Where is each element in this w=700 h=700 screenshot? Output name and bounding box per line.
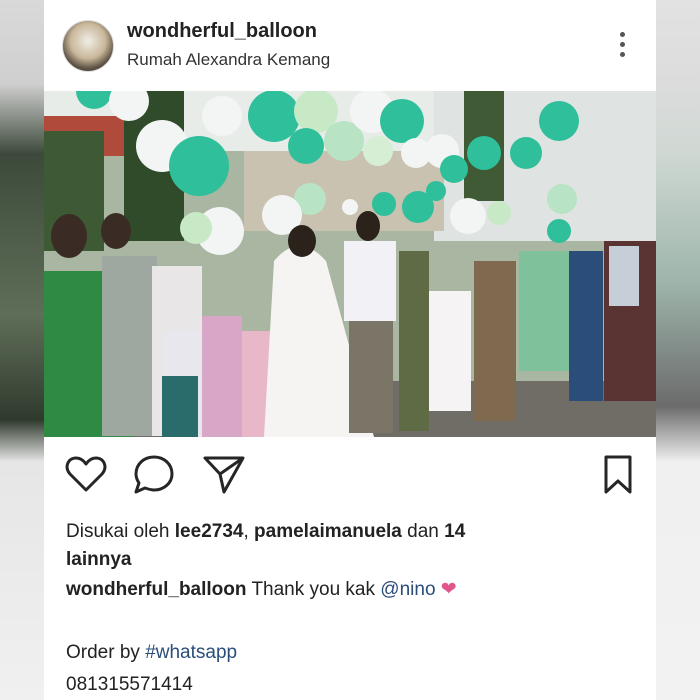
likes-summary[interactable]: Disukai oleh lee2734, pamelaimanuela dan… [66,518,626,574]
heart-emoji-icon: ❤ [440,579,457,600]
caption-text: Thank you kak [251,579,376,600]
comment-icon[interactable] [132,452,176,496]
post-header: wondherful_balloon Rumah Alexandra Keman… [44,0,656,90]
heart-icon[interactable] [64,452,108,496]
likes-count[interactable]: 14 [444,521,465,542]
order-phone: 081315571414 [66,674,193,695]
post-actions [44,452,656,500]
post-username[interactable]: wondherful_balloon [127,20,317,43]
post-caption: wondherful_balloon Thank you kak @nino ❤ [66,578,646,601]
caption-mention[interactable]: @nino [380,579,435,600]
likes-suffix[interactable]: lainnya [66,549,131,570]
likes-prefix: Disukai oleh [66,521,170,542]
likes-conjunction: dan [407,521,439,542]
avatar[interactable] [62,20,114,72]
more-vertical-icon[interactable] [620,32,628,62]
post-photo[interactable] [44,91,656,437]
background-blur-left [0,0,44,700]
bookmark-icon[interactable] [596,452,640,496]
background-blur-right [656,0,700,700]
send-icon[interactable] [202,452,246,496]
post-location[interactable]: Rumah Alexandra Kemang [127,50,330,70]
liker-1[interactable]: lee2734 [175,521,244,542]
caption-username[interactable]: wondherful_balloon [66,579,247,600]
likes-separator: , [243,521,249,542]
liker-2[interactable]: pamelaimanuela [254,521,402,542]
order-line: Order by #whatsapp [66,642,237,664]
order-hashtag[interactable]: #whatsapp [145,642,237,663]
instagram-post-card: wondherful_balloon Rumah Alexandra Keman… [44,0,656,700]
order-text: Order by [66,642,140,663]
